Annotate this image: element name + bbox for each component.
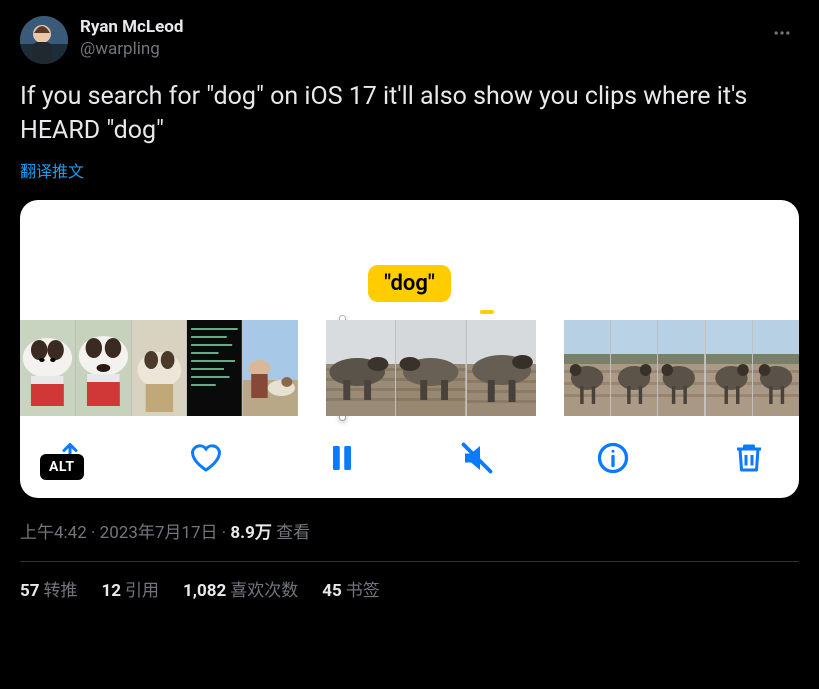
search-hit-marker [480, 310, 494, 314]
pause-button[interactable] [320, 436, 364, 480]
timeline-frame [326, 320, 395, 416]
ellipsis-icon [772, 23, 792, 43]
caption-area: "dog" [20, 200, 799, 320]
delete-button[interactable] [727, 436, 771, 480]
stat-bookmarks[interactable]: 45书签 [322, 576, 380, 601]
more-button[interactable] [765, 16, 799, 50]
stat-likes[interactable]: 1,082喜欢次数 [183, 576, 298, 601]
display-name[interactable]: Ryan McLeod [80, 16, 765, 38]
timeline-frame [657, 320, 704, 416]
stat-quotes[interactable]: 12引用 [102, 576, 160, 601]
timeline-frame [752, 320, 799, 416]
timeline-frame [395, 320, 465, 416]
author-names: Ryan McLeod @warpling [80, 16, 765, 60]
tweet-date[interactable]: 2023年7月17日 [100, 523, 218, 543]
stats-row: 57转推 12引用 1,082喜欢次数 45书签 [20, 576, 799, 601]
info-button[interactable] [591, 436, 635, 480]
timeline-frame [610, 320, 657, 416]
timeline-frame [242, 320, 298, 416]
alt-badge[interactable]: ALT [40, 454, 84, 480]
tweet-header: Ryan McLeod @warpling [20, 16, 799, 64]
tweet-time[interactable]: 上午4:42 [20, 523, 87, 543]
timeline-frame [75, 320, 131, 416]
tweet-text: If you search for "dog" on iOS 17 it'll … [20, 80, 799, 148]
media-toolbar [20, 436, 799, 480]
like-button[interactable] [184, 436, 228, 480]
avatar[interactable] [20, 16, 68, 64]
tweet: Ryan McLeod @warpling If you search for … [0, 0, 819, 601]
divider [20, 561, 799, 562]
views-count: 8.9万 [230, 523, 271, 543]
timeline-frame [466, 320, 536, 416]
video-timeline[interactable] [20, 320, 799, 416]
speaker-muted-icon [459, 440, 495, 476]
heart-icon [188, 440, 224, 476]
timeline-frame [564, 320, 610, 416]
views-label: 查看 [276, 523, 310, 543]
mute-button[interactable] [455, 436, 499, 480]
clip-group-3[interactable] [564, 320, 799, 416]
timeline-frame [186, 320, 242, 416]
tweet-meta: 上午4:42 · 2023年7月17日 · 8.9万 查看 [20, 518, 799, 543]
trash-icon [731, 440, 767, 476]
translate-link[interactable]: 翻译推文 [20, 158, 799, 182]
timeline-frame [705, 320, 752, 416]
media-card[interactable]: "dog" [20, 200, 799, 498]
handle[interactable]: @warpling [80, 38, 765, 60]
timeline-frame [20, 320, 75, 416]
timeline-frame [131, 320, 187, 416]
clip-group-2[interactable] [326, 320, 536, 416]
avatar-image [20, 16, 68, 64]
stat-retweets[interactable]: 57转推 [20, 576, 78, 601]
clip-group-1[interactable] [20, 320, 298, 416]
pause-icon [324, 440, 360, 476]
caption-pill: "dog" [368, 265, 451, 302]
info-icon [595, 440, 631, 476]
